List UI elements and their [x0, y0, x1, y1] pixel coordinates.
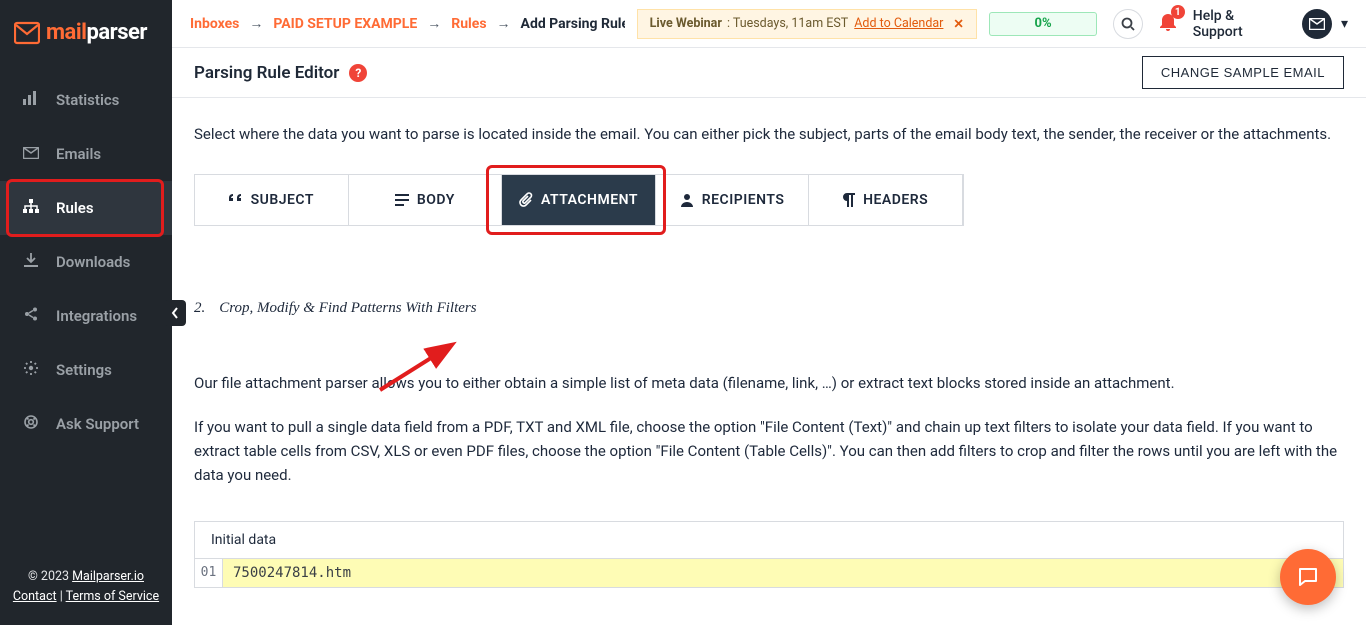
- user-icon: [680, 193, 694, 207]
- sidebar-nav: Statistics Emails Rules Downloads: [0, 73, 172, 451]
- sidebar: mailparser Statistics Emails Rules: [0, 0, 172, 625]
- step-title: Crop, Modify & Find Patterns With Filter…: [219, 300, 476, 317]
- notification-count: 1: [1171, 5, 1185, 19]
- tab-label: BODY: [417, 192, 455, 208]
- contact-link[interactable]: Contact: [13, 589, 57, 604]
- sidebar-item-label: Statistics: [56, 91, 150, 109]
- chat-fab[interactable]: [1280, 549, 1336, 605]
- tab-label: SUBJECT: [251, 192, 314, 208]
- breadcrumb-item[interactable]: PAID SETUP EXAMPLE: [273, 16, 417, 32]
- chat-bubble-icon: [1296, 565, 1320, 589]
- sidebar-item-integrations[interactable]: Integrations: [0, 289, 172, 343]
- tab-body[interactable]: BODY: [349, 175, 503, 225]
- avatar: [1302, 9, 1332, 39]
- lifebuoy-icon: [22, 415, 40, 433]
- footer-separator: |: [57, 589, 66, 604]
- quote-icon: [229, 194, 243, 206]
- logo-text-mail: mail: [46, 20, 86, 45]
- search-icon: [1121, 17, 1135, 31]
- logo[interactable]: mailparser: [0, 0, 172, 73]
- sidebar-item-label: Downloads: [56, 253, 150, 271]
- sidebar-item-label: Integrations: [56, 307, 150, 325]
- sidebar-item-asksupport[interactable]: Ask Support: [0, 397, 172, 451]
- download-icon: [22, 253, 40, 271]
- breadcrumb-item[interactable]: Inboxes: [190, 16, 239, 32]
- tab-attachment[interactable]: ATTACHMENT: [502, 175, 656, 225]
- paperclip-icon: [519, 192, 533, 208]
- logo-text-parser: parser: [86, 20, 146, 45]
- initial-data-label: Initial data: [195, 522, 1343, 558]
- tab-headers[interactable]: HEADERS: [809, 175, 963, 225]
- webinar-text: : Tuesdays, 11am EST: [727, 16, 848, 31]
- webinar-close[interactable]: ✕: [953, 16, 963, 32]
- sidebar-footer: © 2023 Mailparser.io Contact | Terms of …: [0, 553, 172, 625]
- paragraph: If you want to pull a single data field …: [194, 415, 1344, 487]
- sidebar-item-emails[interactable]: Emails: [0, 127, 172, 181]
- bar-chart-icon: [22, 91, 40, 109]
- webinar-add-calendar[interactable]: Add to Calendar: [854, 16, 943, 31]
- sidebar-item-label: Rules: [56, 199, 150, 217]
- sidebar-item-label: Settings: [56, 361, 150, 379]
- line-number: 01: [195, 559, 223, 587]
- page-title: Parsing Rule Editor: [194, 63, 339, 83]
- sidebar-item-statistics[interactable]: Statistics: [0, 73, 172, 127]
- gear-icon: [22, 361, 40, 379]
- sidebar-item-rules[interactable]: Rules: [0, 181, 172, 235]
- pilcrow-icon: [843, 193, 855, 207]
- parse-source-tabs: SUBJECT BODY ATTACHMENT RECIPIENTS HEADE…: [194, 174, 964, 226]
- step-2-heading: 2. Crop, Modify & Find Patterns With Fil…: [194, 300, 1344, 317]
- sidebar-item-settings[interactable]: Settings: [0, 343, 172, 397]
- chevron-right-icon: →: [427, 15, 441, 32]
- search-button[interactable]: [1113, 9, 1143, 39]
- tab-label: HEADERS: [863, 192, 928, 208]
- initial-data-panel: Initial data 01 7500247814.htm: [194, 521, 1344, 588]
- tab-label: RECIPIENTS: [702, 192, 785, 208]
- notifications-button[interactable]: 1: [1159, 11, 1177, 36]
- main: Inboxes → PAID SETUP EXAMPLE → Rules → A…: [172, 0, 1366, 625]
- page-body: Select where the data you want to parse …: [172, 98, 1366, 625]
- webinar-bold: Live Webinar: [650, 16, 722, 31]
- tab-subject[interactable]: SUBJECT: [195, 175, 349, 225]
- help-icon[interactable]: ?: [349, 64, 367, 82]
- sidebar-item-label: Ask Support: [56, 415, 150, 433]
- breadcrumb-current: Add Parsing Rule: [521, 16, 625, 32]
- usage-percentage-badge[interactable]: 0%: [989, 12, 1097, 36]
- sidebar-item-label: Emails: [56, 145, 150, 163]
- sitemap-icon: [22, 199, 40, 217]
- initial-data-row: 01 7500247814.htm: [195, 558, 1343, 587]
- tos-link[interactable]: Terms of Service: [66, 589, 159, 604]
- text-lines-icon: [395, 194, 409, 206]
- logo-icon: [14, 21, 40, 45]
- account-menu[interactable]: [1302, 9, 1348, 39]
- help-support-link[interactable]: Help & Support: [1193, 8, 1286, 40]
- topbar-right: 0% 1 Help & Support: [989, 8, 1348, 40]
- copyright-link[interactable]: Mailparser.io: [72, 569, 144, 584]
- sidebar-item-downloads[interactable]: Downloads: [0, 235, 172, 289]
- chevron-right-icon: →: [497, 15, 511, 32]
- breadcrumb-item[interactable]: Rules: [451, 16, 486, 32]
- envelope-icon: [22, 145, 40, 163]
- initial-data-value: 7500247814.htm: [223, 559, 1343, 587]
- step-number: 2.: [194, 300, 205, 317]
- share-nodes-icon: [22, 307, 40, 325]
- breadcrumb: Inboxes → PAID SETUP EXAMPLE → Rules → A…: [190, 15, 625, 32]
- change-sample-email-button[interactable]: CHANGE SAMPLE EMAIL: [1142, 56, 1344, 89]
- tab-recipients[interactable]: RECIPIENTS: [656, 175, 810, 225]
- page-header: Parsing Rule Editor ? CHANGE SAMPLE EMAI…: [172, 48, 1366, 98]
- webinar-banner: Live Webinar : Tuesdays, 11am EST Add to…: [637, 9, 977, 39]
- copyright-prefix: © 2023: [28, 569, 72, 584]
- chevron-right-icon: →: [249, 15, 263, 32]
- intro-text: Select where the data you want to parse …: [194, 122, 1344, 146]
- topbar: Inboxes → PAID SETUP EXAMPLE → Rules → A…: [172, 0, 1366, 48]
- tab-label: ATTACHMENT: [541, 192, 638, 208]
- paragraph: Our file attachment parser allows you to…: [194, 371, 1344, 395]
- envelope-icon: [1309, 18, 1325, 30]
